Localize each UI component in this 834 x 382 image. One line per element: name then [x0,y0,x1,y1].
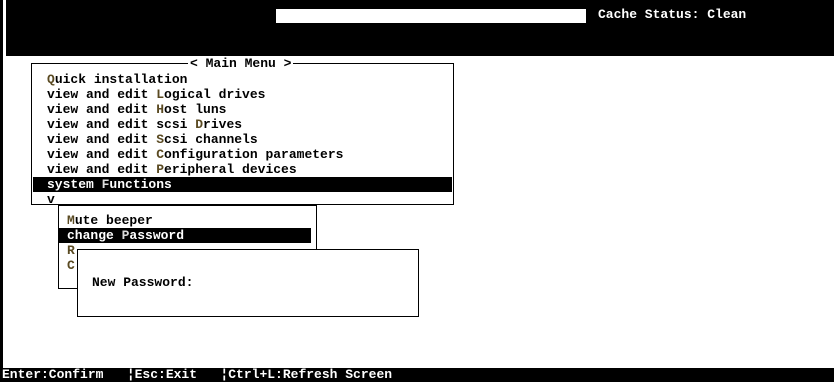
menu-item-text: v [47,192,55,207]
submenu-item[interactable]: Mute beeper [59,213,311,228]
password-dialog: New Password: [77,249,419,317]
menu-item-text: view and edit [47,132,157,147]
main-menu-item[interactable]: view and edit scsi Drives [33,117,452,132]
menu-item-text: ute beeper [74,213,153,228]
top-status-bar: Cache Status: Clean [6,0,834,56]
hotkey-letter: C [156,147,165,162]
menu-item-text: onfiguration parameters [164,147,344,162]
menu-item-text: ogical drives [164,87,266,102]
main-menu-item[interactable]: view and edit Peripheral devices [33,162,452,177]
hotkey-letter: S [156,132,165,147]
new-password-input[interactable] [228,274,398,291]
new-password-label: New Password: [92,275,194,290]
menu-item-text: view and edit [47,102,157,117]
key-hints: Enter:Confirm ¦Esc:Exit ¦Ctrl+L:Refresh … [2,367,393,382]
menu-item-text: csi channels [164,132,258,147]
menu-item-text: view and edit [47,87,157,102]
menu-item-text: change [67,228,122,243]
bottom-status-bar: Enter:Confirm ¦Esc:Exit ¦Ctrl+L:Refresh … [0,368,834,382]
progress-field [276,9,586,23]
cache-status-label: Cache Status: Clean [598,7,747,22]
terminal-screen: Cache Status: Clean < Main Menu > Quick … [0,0,834,382]
menu-item-text: system [47,177,102,192]
main-menu-item[interactable]: view and edit Host luns [33,102,452,117]
hotkey-letter: H [156,102,165,117]
menu-item-text: view and edit scsi [47,117,196,132]
hotkey-letter: D [195,117,204,132]
menu-item-text: rives [203,117,243,132]
main-menu-item[interactable]: Quick installation [33,72,452,87]
main-menu-item[interactable]: view and edit Configuration parameters [33,147,452,162]
submenu-item[interactable]: change Password [59,228,311,243]
menu-item-text: view and edit [47,147,157,162]
hotkey-letter: M [67,213,75,228]
hotkey-letter: C [67,258,75,273]
hotkey-letter: P [156,162,165,177]
menu-item-text: uick installation [54,72,188,87]
hotkey-letter: Q [47,72,55,87]
menu-item-text: unctions [109,177,172,192]
hotkey-letter: R [67,243,75,258]
main-menu-item[interactable]: view and edit Scsi channels [33,132,452,147]
menu-item-text: view and edit [47,162,157,177]
hotkey-letter: L [156,87,165,102]
menu-item-text: eripheral devices [164,162,297,177]
main-menu-title: < Main Menu > [188,56,294,71]
main-menu-frame: < Main Menu > Quick installation view and… [31,56,454,207]
menu-item-text: ost luns [164,102,227,117]
menu-item-text: assword [129,228,185,243]
main-menu-item[interactable]: system Functions [33,177,452,192]
left-border [0,0,3,382]
main-menu-item[interactable]: view and edit Logical drives [33,87,452,102]
